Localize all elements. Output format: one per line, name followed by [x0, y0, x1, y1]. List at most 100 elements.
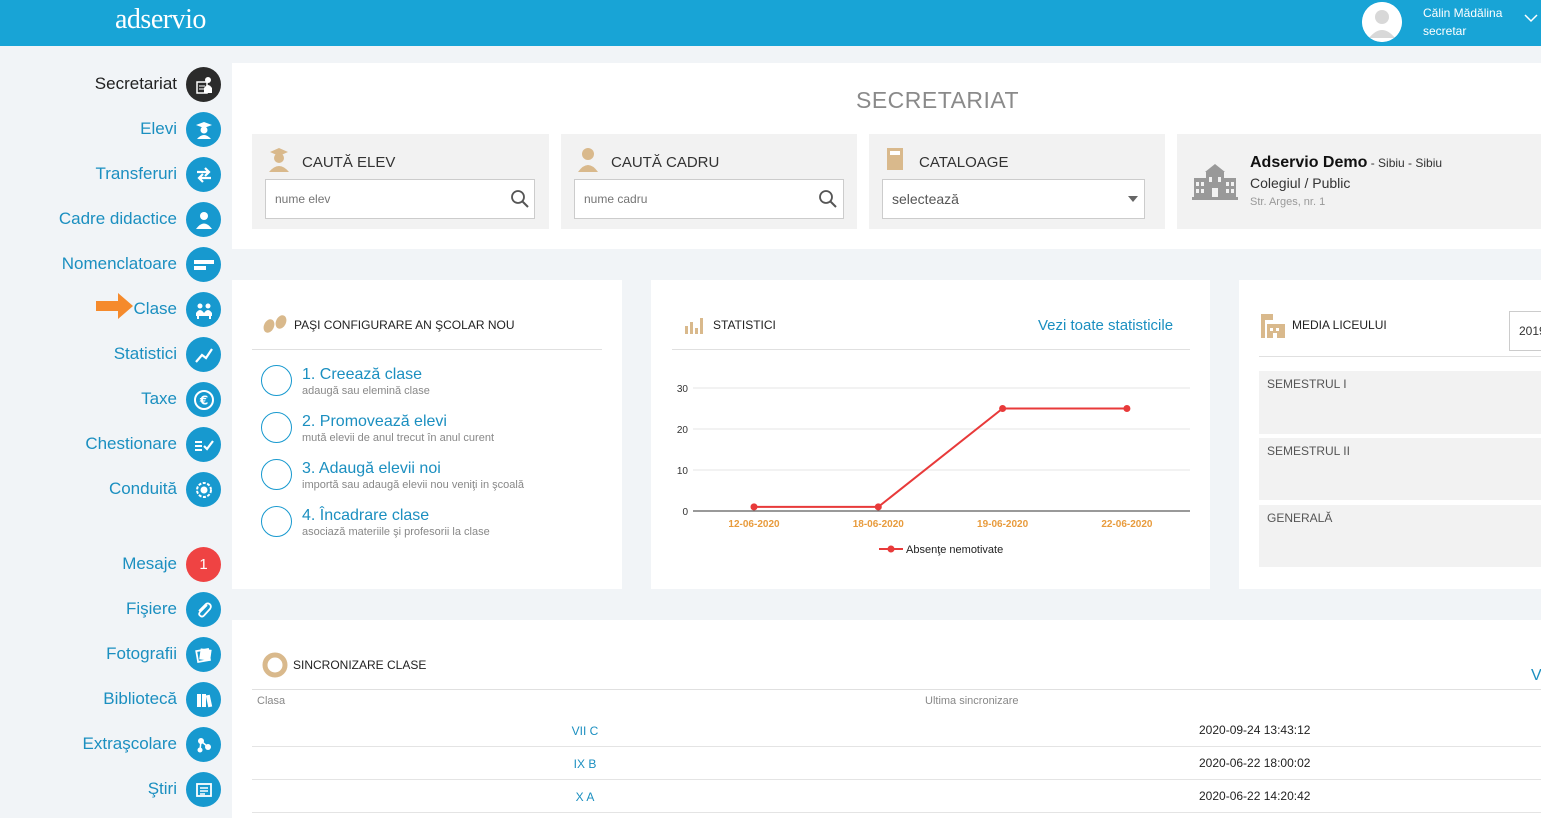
step-subtitle: mută elevii de anul trecut în anul curen…: [302, 432, 495, 444]
user-icon: [1362, 2, 1402, 42]
sync-date: 2020-09-24 13:43:12: [1199, 723, 1311, 737]
step-subtitle: adaugă sau elemină clase: [302, 385, 430, 397]
sidebar-item-fisiere[interactable]: Fişiere: [0, 591, 232, 627]
arrow-right-icon: [96, 293, 133, 319]
col-header-class: Clasa: [257, 695, 286, 707]
student-search-box: CAUTĂ ELEV: [252, 134, 549, 229]
sidebar-item-taxe[interactable]: Taxe €: [0, 381, 232, 417]
sidebar-item-statistici[interactable]: Statistici: [0, 336, 232, 372]
catalog-title: CATALOAGE: [919, 154, 1009, 171]
data-point: [874, 503, 882, 511]
legend-label: Absenţe nemotivate: [906, 544, 1003, 556]
user-name[interactable]: Călin Mădălina: [1423, 6, 1502, 20]
step-checkbox[interactable]: [261, 412, 292, 443]
teacher-search-input[interactable]: [574, 179, 844, 219]
series-line: [754, 407, 1127, 508]
school-name-text: Adservio Demo: [1250, 154, 1368, 171]
sidebar-item-label: Elevi: [140, 119, 177, 138]
sidebar-item-label: Extraşcolare: [82, 734, 177, 753]
step-title[interactable]: 2. Promovează elevi: [302, 413, 447, 431]
sync-more-link[interactable]: V: [1531, 667, 1541, 685]
catalog-select-value: selectează: [892, 191, 959, 207]
sidebar-item-mesaje[interactable]: Mesaje 1: [0, 546, 232, 582]
data-point: [750, 503, 758, 511]
all-stats-link[interactable]: Vezi toate statisticile: [1038, 317, 1173, 334]
class-link[interactable]: VII C: [555, 724, 615, 738]
unread-badge: 1: [186, 547, 221, 582]
class-link[interactable]: X A: [555, 790, 615, 804]
sidebar-item-chestionare[interactable]: Chestionare: [0, 426, 232, 462]
teacher-icon: [186, 202, 221, 237]
sync-date: 2020-06-22 14:20:42: [1199, 789, 1311, 803]
stats-icon: [186, 337, 221, 372]
step-subtitle: asociază materiile şi profesorii la clas…: [302, 526, 490, 538]
sync-icon: [262, 652, 288, 678]
transfer-icon: [186, 157, 221, 192]
sidebar-item-secretariat[interactable]: Secretariat: [0, 66, 232, 102]
legend-marker: [887, 545, 895, 553]
step-checkbox[interactable]: [261, 459, 292, 490]
student-search-input[interactable]: [265, 179, 535, 219]
logo[interactable]: adservio: [115, 4, 206, 36]
school-building-icon: [1261, 314, 1285, 338]
sidebar-item-nomenclatoare[interactable]: Nomenclatoare: [0, 246, 232, 282]
y-tick-label: 30: [677, 384, 689, 395]
student-icon: [186, 112, 221, 147]
student-search-title: CAUTĂ ELEV: [302, 154, 396, 171]
catalog-select[interactable]: selectează: [882, 179, 1145, 219]
sidebar-item-label: Clase: [133, 299, 177, 318]
y-tick-label: 0: [682, 507, 688, 518]
x-tick-label: 22-06-2020: [1101, 519, 1153, 530]
sidebar-item-elevi[interactable]: Elevi: [0, 111, 232, 147]
avatar[interactable]: [1362, 2, 1402, 42]
school-building-icon: [1192, 164, 1238, 200]
step-title[interactable]: 1. Creează clase: [302, 366, 422, 384]
sidebar-item-biblioteca[interactable]: Bibliotecă: [0, 681, 232, 717]
sidebar-item-stiri[interactable]: Ştiri: [0, 771, 232, 807]
class-link[interactable]: IX B: [555, 757, 615, 771]
news-icon: [186, 772, 221, 807]
dropdown-caret-icon[interactable]: [1128, 196, 1138, 202]
step-title[interactable]: 4. Încadrare clase: [302, 507, 429, 525]
page-title: SECRETARIAT: [856, 87, 1020, 113]
sidebar-item-cadre-didactice[interactable]: Cadre didactice: [0, 201, 232, 237]
data-point: [999, 405, 1007, 412]
chevron-down-icon[interactable]: [1523, 12, 1539, 24]
col-header-last-sync: Ultima sincronizare: [925, 695, 1019, 707]
sidebar-item-label: Bibliotecă: [103, 689, 177, 708]
semester-label: SEMESTRUL I: [1267, 377, 1347, 391]
search-icon[interactable]: [818, 189, 838, 209]
row-divider: [252, 812, 1541, 813]
divider: [252, 689, 1541, 690]
sidebar: Secretariat Elevi Transferuri Cadre dida…: [0, 46, 232, 818]
x-tick-label: 18-06-2020: [853, 519, 905, 530]
sidebar-item-label: Taxe: [141, 389, 177, 408]
search-icon[interactable]: [510, 189, 530, 209]
top-bar: adservio Călin Mădălina secretar: [0, 0, 1541, 46]
sidebar-item-transferuri[interactable]: Transferuri: [0, 156, 232, 192]
setup-title: PAŞI CONFIGURARE AN ŞCOLAR NOU: [294, 318, 515, 332]
step-checkbox[interactable]: [261, 365, 292, 396]
sync-title: SINCRONIZARE CLASE: [293, 658, 427, 672]
year-select[interactable]: 2019: [1509, 311, 1541, 351]
stats-title: STATISTICI: [713, 318, 776, 332]
sidebar-item-label: Fotografii: [106, 644, 177, 663]
sidebar-item-label: Conduită: [108, 479, 177, 498]
sidebar-item-extrascolare[interactable]: Extraşcolare: [0, 726, 232, 762]
secretariat-icon: [186, 67, 221, 102]
footsteps-icon: [263, 315, 287, 333]
general-box: GENERALĂ: [1259, 505, 1541, 567]
step-title[interactable]: 3. Adaugă elevii noi: [302, 460, 441, 478]
sidebar-item-conduita[interactable]: Conduită: [0, 471, 232, 507]
sidebar-item-label: Statistici: [113, 344, 177, 363]
y-tick-label: 10: [677, 466, 689, 477]
sidebar-item-fotografii[interactable]: Fotografii: [0, 636, 232, 672]
sidebar-item-label: Chestionare: [85, 434, 177, 453]
euro-icon: €: [186, 382, 221, 417]
semester-label: SEMESTRUL II: [1267, 444, 1350, 458]
semester-label: GENERALĂ: [1267, 511, 1333, 525]
step-checkbox[interactable]: [261, 506, 292, 537]
paperclip-icon: [186, 592, 221, 627]
data-point: [1123, 405, 1131, 412]
divider: [1259, 356, 1541, 357]
